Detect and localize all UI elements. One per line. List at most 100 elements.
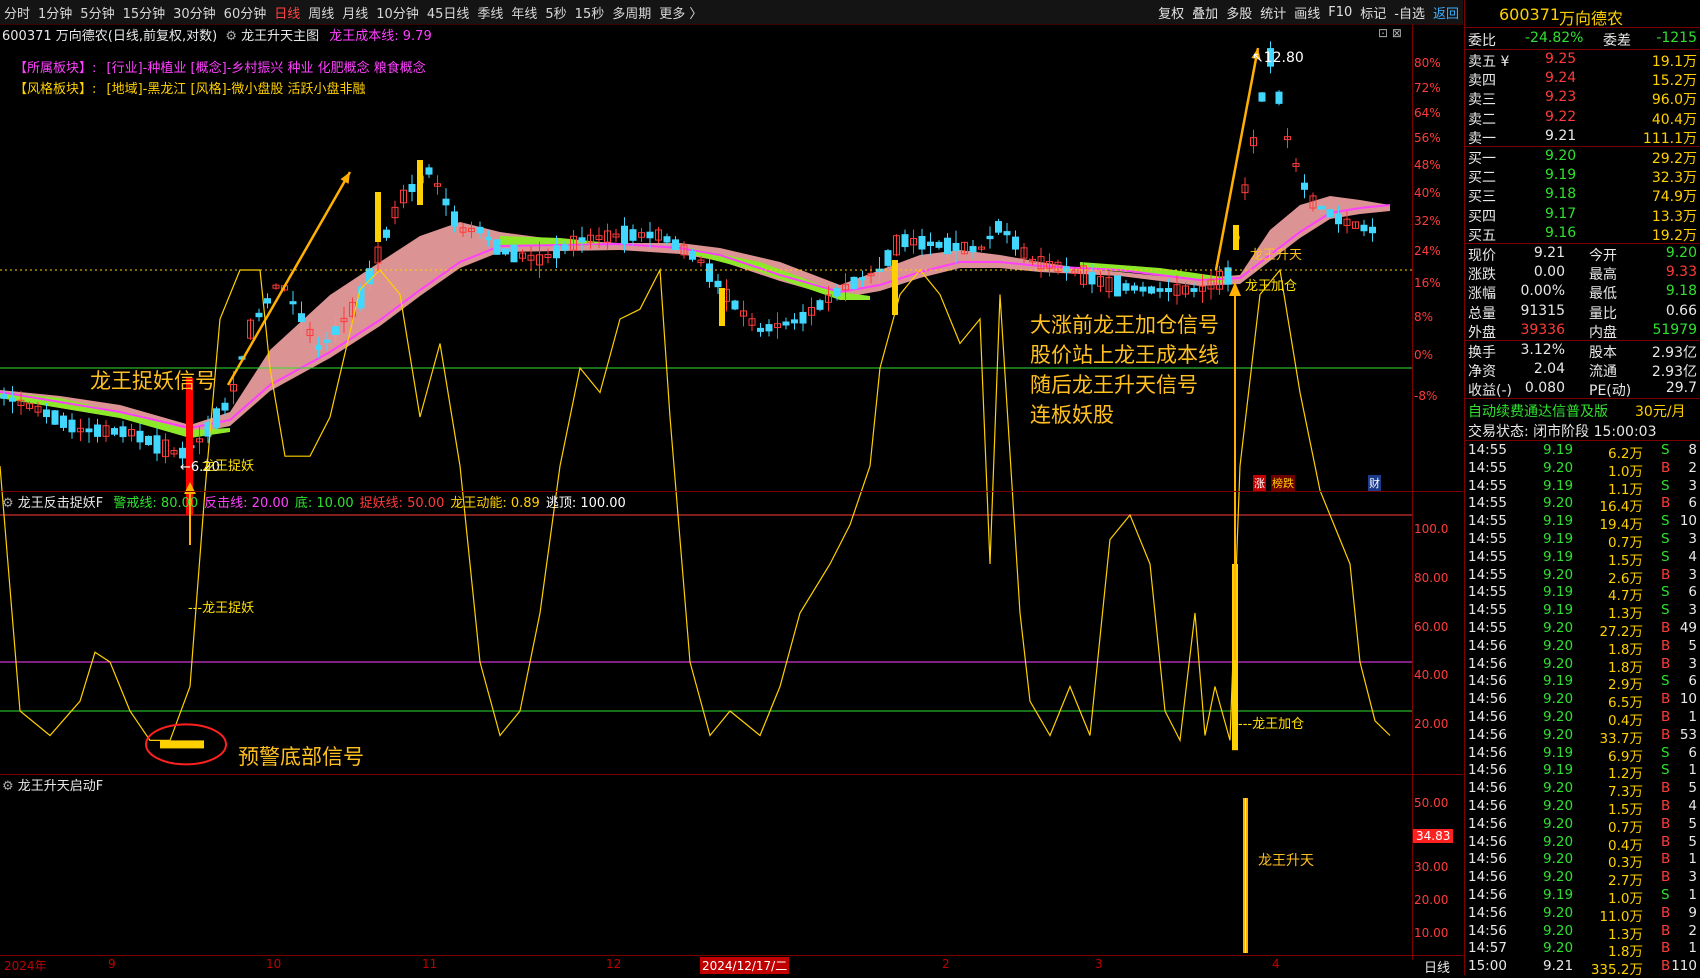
candle-body bbox=[476, 226, 484, 234]
bid-row[interactable]: 买三 9.18 74.9万 bbox=[1465, 186, 1700, 205]
tick-row[interactable]: 14:55 9.19 19.4万 S 10 bbox=[1465, 513, 1700, 533]
period-tab-16[interactable]: 更多 〉 bbox=[655, 3, 706, 22]
period-tab-2[interactable]: 5分钟 bbox=[76, 3, 118, 22]
tick-row[interactable]: 14:56 9.20 1.8万 B 5 bbox=[1465, 637, 1700, 658]
candle-body bbox=[136, 430, 144, 443]
tick-row[interactable]: 15:00 9.21 335.2万 B 110 bbox=[1465, 958, 1700, 978]
ranking-tag[interactable]: 榜跌 bbox=[1271, 475, 1295, 491]
style-value[interactable]: [地域]-黑龙江 [风格]-微小盘股 活跃小盘非融 bbox=[107, 82, 366, 97]
tick-side: S bbox=[1661, 548, 1670, 565]
indicator-settings-icon[interactable]: ⚙ bbox=[225, 29, 237, 44]
tick-row[interactable]: 14:56 9.20 11.0万 B 9 bbox=[1465, 905, 1700, 925]
tick-row[interactable]: 14:55 9.20 27.2万 B 49 bbox=[1465, 620, 1700, 640]
panel-controls[interactable]: ⊡ ⊠ bbox=[1378, 26, 1402, 40]
tick-price: 9.20 bbox=[1543, 922, 1574, 939]
promo-text[interactable]: 自动续费通达信普及版 bbox=[1468, 401, 1608, 421]
tool-button-5[interactable]: F10 bbox=[1324, 5, 1356, 20]
tool-button-7[interactable]: -自选 bbox=[1390, 3, 1429, 22]
tool-button-1[interactable]: 叠加 bbox=[1188, 3, 1222, 22]
period-tab-3[interactable]: 15分钟 bbox=[119, 3, 170, 22]
tick-row[interactable]: 14:55 9.19 1.3万 S 3 bbox=[1465, 602, 1700, 622]
high-price-label: ↖12.80 bbox=[1252, 50, 1304, 66]
tool-button-0[interactable]: 复权 bbox=[1154, 3, 1188, 22]
tick-row[interactable]: 14:56 9.20 1.8万 B 3 bbox=[1465, 656, 1700, 676]
period-selector[interactable]: 日线 bbox=[1424, 957, 1450, 976]
ask-row[interactable]: 卖四 9.24 15.2万 bbox=[1465, 70, 1700, 89]
tick-row[interactable]: 14:55 9.19 4.7万 S 6 bbox=[1465, 584, 1700, 604]
osc-panel-divider bbox=[0, 774, 1463, 775]
tick-row[interactable]: 14:56 9.20 0.4万 B 1 bbox=[1465, 709, 1700, 729]
ask-row[interactable]: 卖五 ¥ 9.25 19.1万 bbox=[1465, 51, 1700, 70]
osc-settings-icon[interactable]: ⚙ bbox=[2, 496, 14, 511]
tick-price: 9.19 bbox=[1543, 602, 1574, 619]
tick-row[interactable]: 14:55 9.20 16.4万 B 6 bbox=[1465, 495, 1700, 515]
bid-row[interactable]: 买五 9.16 19.2万 bbox=[1465, 225, 1700, 244]
promo-price[interactable]: 30元/月 bbox=[1635, 401, 1686, 421]
ask-row[interactable]: 卖三 9.23 96.0万 bbox=[1465, 89, 1700, 108]
finance-tag[interactable]: 财 bbox=[1368, 475, 1381, 491]
sector-value[interactable]: [行业]-种植业 [概念]-乡村振兴 种业 化肥概念 粮食概念 bbox=[107, 61, 426, 76]
period-tab-13[interactable]: 5秒 bbox=[541, 3, 570, 22]
osc-name[interactable]: 龙王反击捉妖F bbox=[18, 496, 103, 511]
period-tab-8[interactable]: 月线 bbox=[338, 3, 372, 22]
tool-button-8[interactable]: 返回 bbox=[1429, 3, 1463, 22]
period-tab-6[interactable]: 日线 bbox=[270, 3, 304, 22]
sub-settings-icon[interactable]: ⚙ bbox=[2, 779, 14, 794]
bid-label: 买二 bbox=[1468, 170, 1496, 187]
tick-row[interactable]: 14:55 9.19 1.5万 S 4 bbox=[1465, 548, 1700, 569]
tick-row[interactable]: 14:56 9.20 7.3万 B 5 bbox=[1465, 780, 1700, 800]
tick-row[interactable]: 14:56 9.20 0.3万 B 1 bbox=[1465, 851, 1700, 871]
tick-row[interactable]: 14:56 9.19 1.0万 S 1 bbox=[1465, 887, 1700, 907]
candle-body bbox=[221, 402, 229, 411]
tick-row[interactable]: 14:56 9.20 6.5万 B 10 bbox=[1465, 691, 1700, 711]
tick-row[interactable]: 14:56 9.19 2.9万 S 6 bbox=[1465, 673, 1700, 693]
promo-row[interactable]: 自动续费通达信普及版 30元/月 bbox=[1465, 401, 1700, 420]
period-tab-14[interactable]: 15秒 bbox=[571, 3, 609, 22]
sub-name[interactable]: 龙王升天启动F bbox=[18, 779, 103, 794]
stat-label: 现价 bbox=[1468, 248, 1496, 264]
period-tab-10[interactable]: 45日线 bbox=[423, 3, 474, 22]
tick-row[interactable]: 14:55 9.19 1.1万 S 3 bbox=[1465, 478, 1700, 498]
tick-row[interactable]: 14:56 9.20 2.7万 B 3 bbox=[1465, 869, 1700, 889]
tick-row[interactable]: 14:56 9.19 1.2万 S 1 bbox=[1465, 762, 1700, 782]
tool-button-4[interactable]: 画线 bbox=[1290, 3, 1324, 22]
candle-body bbox=[1148, 286, 1155, 294]
tick-side: B bbox=[1661, 566, 1671, 583]
tick-row[interactable]: 14:55 9.20 2.6万 B 3 bbox=[1465, 566, 1700, 587]
period-tab-11[interactable]: 季线 bbox=[473, 3, 507, 22]
candle-body bbox=[1326, 209, 1334, 218]
ask-row[interactable]: 卖二 9.22 40.4万 bbox=[1465, 109, 1700, 128]
ask-row[interactable]: 卖一 9.21 111.1万 bbox=[1465, 128, 1700, 147]
tick-row[interactable]: 14:56 9.19 6.9万 S 6 bbox=[1465, 745, 1700, 765]
tick-row[interactable]: 14:56 9.20 1.5万 B 4 bbox=[1465, 798, 1700, 818]
bid-row[interactable]: 买二 9.19 32.3万 bbox=[1465, 167, 1700, 186]
tick-row[interactable]: 14:57 9.20 1.8万 B 1 bbox=[1465, 940, 1700, 960]
stat-label: 内盘 bbox=[1589, 324, 1617, 341]
period-tab-1[interactable]: 1分钟 bbox=[34, 3, 76, 22]
tick-row[interactable]: 14:56 9.20 0.7万 B 5 bbox=[1465, 816, 1700, 836]
period-tab-4[interactable]: 30分钟 bbox=[169, 3, 220, 22]
bid-label: 买五 bbox=[1468, 227, 1496, 244]
period-tab-7[interactable]: 周线 bbox=[304, 3, 338, 22]
ask-price: 9.21 bbox=[1545, 127, 1577, 144]
period-tab-15[interactable]: 多周期 bbox=[608, 3, 655, 22]
tool-button-6[interactable]: 标记 bbox=[1356, 3, 1390, 22]
tick-row[interactable]: 14:56 9.20 33.7万 B 53 bbox=[1465, 727, 1700, 747]
indicator-name[interactable]: 龙王升天主图 bbox=[241, 29, 319, 44]
bid-row[interactable]: 买四 9.17 13.3万 bbox=[1465, 206, 1700, 225]
tool-button-2[interactable]: 多股 bbox=[1222, 3, 1256, 22]
tool-button-3[interactable]: 统计 bbox=[1256, 3, 1290, 22]
tick-row[interactable]: 14:55 9.19 0.7万 S 3 bbox=[1465, 531, 1700, 551]
period-tab-5[interactable]: 60分钟 bbox=[220, 3, 271, 22]
tick-row[interactable]: 14:55 9.20 1.0万 B 2 bbox=[1465, 460, 1700, 480]
bid-price: 9.20 bbox=[1545, 148, 1577, 164]
period-tab-0[interactable]: 分时 bbox=[0, 3, 34, 22]
limit-up-tag[interactable]: 涨 bbox=[1253, 475, 1266, 491]
tick-price: 9.20 bbox=[1543, 637, 1574, 654]
tick-row[interactable]: 14:56 9.20 0.4万 B 5 bbox=[1465, 834, 1700, 854]
period-tab-12[interactable]: 年线 bbox=[507, 3, 541, 22]
tick-row[interactable]: 14:55 9.19 6.2万 S 8 bbox=[1465, 442, 1700, 462]
tick-row[interactable]: 14:56 9.20 1.3万 B 2 bbox=[1465, 922, 1700, 943]
period-tab-9[interactable]: 10分钟 bbox=[372, 3, 423, 22]
bid-row[interactable]: 买一 9.20 29.2万 bbox=[1465, 148, 1700, 167]
